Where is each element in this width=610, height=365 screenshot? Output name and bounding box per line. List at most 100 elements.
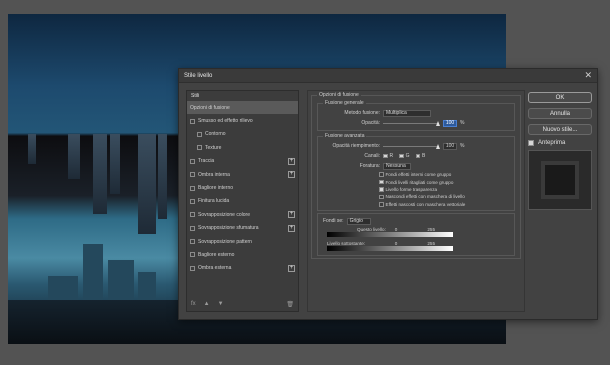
style-item-label: Ombra esterna (198, 265, 232, 272)
channel-r-checkbox[interactable]: R (383, 153, 393, 159)
style-item-checkbox[interactable] (190, 172, 195, 178)
trash-icon[interactable]: 🗑 (286, 301, 294, 308)
style-item[interactable]: Sovrapposizione sfumatura + (187, 222, 298, 235)
general-blending-group: Fusione generale Metodo fusione: Multipl… (317, 100, 515, 131)
blend-if-label: Fondi se: (323, 218, 344, 225)
opacity-input[interactable]: 100 (443, 119, 457, 127)
style-item[interactable]: Bagliore interno (187, 181, 298, 194)
style-item-label: Ombra interna (198, 171, 230, 178)
style-item[interactable]: Ombra interna + (187, 168, 298, 181)
layer-style-dialog: Stile livello ✕ Stili Opzioni di fusione… (178, 68, 598, 320)
opacity-unit: % (460, 120, 465, 126)
styles-header[interactable]: Stili (187, 91, 298, 101)
style-item-label: Finitura lucida (198, 198, 230, 205)
style-item-checkbox[interactable] (197, 131, 202, 137)
style-item-checkbox[interactable] (190, 118, 195, 124)
style-item-checkbox[interactable] (197, 145, 202, 151)
this-layer-high: 255 (427, 226, 435, 232)
close-icon[interactable]: ✕ (584, 70, 592, 81)
style-item[interactable]: Traccia + (187, 155, 298, 168)
blend-mode-select[interactable]: Multiplica (383, 109, 431, 117)
style-item-checkbox[interactable] (190, 252, 195, 258)
advanced-blending-group: Fusione avanzata Opacità riempimento: 10… (317, 133, 515, 211)
move-down-icon[interactable]: ▼ (218, 301, 224, 307)
style-item-label: Smusso ed effetto rilievo (198, 118, 253, 125)
add-style-icon[interactable]: + (288, 170, 295, 178)
add-style-icon[interactable]: + (288, 264, 295, 272)
preview-checkbox-box[interactable] (528, 140, 534, 146)
advanced-option-checkbox[interactable] (379, 194, 384, 200)
advanced-option-checkbox[interactable] (379, 172, 384, 177)
fill-opacity-slider-knob[interactable] (436, 143, 440, 149)
dialog-buttons: OK Annulla Nuovo stile... Anteprima (528, 92, 592, 210)
advanced-option-label: Fondi effetti interni come gruppo (385, 172, 452, 178)
advanced-option-checkbox[interactable] (379, 202, 384, 207)
new-style-button[interactable]: Nuovo stile... (528, 124, 592, 135)
blend-mode-label: Metodo fusione: (344, 110, 380, 116)
advanced-option-checkbox[interactable] (379, 179, 384, 185)
advanced-option-label: Effetti nascosti con maschera vettoriale (385, 201, 466, 207)
advanced-option[interactable]: Effetti nascosti con maschera vettoriale (323, 201, 509, 208)
underlying-layer-label: Livello sottostante: (327, 240, 366, 246)
advanced-option[interactable]: Nascondi effetti con maschera di livello (323, 193, 509, 200)
add-style-icon[interactable]: + (288, 211, 295, 219)
ok-button[interactable]: OK (528, 92, 592, 103)
this-layer-gradient[interactable] (327, 231, 453, 237)
style-item-checkbox[interactable] (190, 265, 195, 271)
style-item-label: Sovrapposizione sfumatura (198, 225, 259, 232)
style-item-label: Bagliore interno (198, 185, 234, 192)
opacity-slider-knob[interactable] (436, 120, 440, 126)
cancel-button[interactable]: Annulla (528, 108, 592, 119)
blending-options-group: Opzioni di fusione Fusione generale Meto… (311, 92, 521, 259)
channel-b-checkbox[interactable]: B (415, 153, 425, 159)
styles-footer: fx ▲ ▼ 🗑 (187, 297, 298, 311)
advanced-option-label: Fondi livelli ritagliati come gruppo (385, 179, 454, 185)
opacity-slider[interactable] (383, 120, 440, 127)
style-item[interactable]: Finitura lucida (187, 195, 298, 208)
advanced-option[interactable]: Livello forme trasparenza (323, 186, 509, 193)
style-item[interactable]: Sovrapposizione pattern (187, 235, 298, 248)
fill-opacity-input[interactable]: 100 (443, 142, 457, 150)
add-style-icon[interactable]: + (288, 224, 295, 232)
style-item[interactable]: Bagliore esterno (187, 248, 298, 261)
this-layer-low: 0 (394, 226, 398, 232)
opacity-label: Opacità: (361, 120, 380, 126)
style-item[interactable]: Sovrapposizione colore + (187, 208, 298, 221)
fx-icon[interactable]: fx (191, 301, 196, 307)
style-item[interactable]: Smusso ed effetto rilievo (187, 114, 298, 127)
style-item-checkbox[interactable] (190, 198, 195, 204)
fill-opacity-slider[interactable] (383, 143, 440, 150)
advanced-option[interactable]: Fondi effetti interni come gruppo (323, 171, 509, 178)
channel-g-checkbox[interactable]: G (399, 153, 410, 159)
add-style-icon[interactable]: + (288, 157, 295, 165)
knockout-label: Foratura: (359, 163, 380, 169)
advanced-option-label: Nascondi effetti con maschera di livello (385, 194, 465, 200)
style-item[interactable]: Ombra esterna + (187, 262, 298, 275)
style-item-checkbox[interactable] (190, 212, 195, 218)
knockout-select[interactable]: Nessuna (383, 162, 411, 170)
fill-opacity-unit: % (460, 143, 465, 149)
style-item[interactable]: Texture (187, 141, 298, 154)
style-item-checkbox[interactable] (190, 158, 195, 164)
style-item-label: Contorno (205, 131, 226, 138)
style-item-checkbox[interactable] (190, 185, 195, 191)
advanced-option-checkbox[interactable] (379, 187, 384, 192)
style-item-label: Texture (205, 144, 222, 151)
advanced-option[interactable]: Fondi livelli ritagliati come gruppo (323, 178, 509, 185)
style-item[interactable]: Opzioni di fusione (187, 101, 298, 115)
blending-options-panel: Opzioni di fusione Fusione generale Meto… (307, 90, 525, 312)
preview-label: Anteprima (538, 140, 566, 146)
preview-checkbox[interactable]: Anteprima (528, 140, 592, 146)
style-item[interactable]: Contorno (187, 128, 298, 141)
underlying-layer-gradient[interactable] (327, 245, 453, 251)
style-item-checkbox[interactable] (190, 225, 195, 231)
style-item-label: Bagliore esterno (198, 251, 235, 258)
move-up-icon[interactable]: ▲ (204, 301, 210, 307)
style-item-label: Sovrapposizione pattern (198, 238, 252, 245)
style-item-checkbox[interactable] (190, 239, 195, 245)
dialog-titlebar: Stile livello ✕ (179, 69, 597, 83)
blend-if-select[interactable]: Grigio (346, 217, 371, 225)
advanced-blending-title: Fusione avanzata (325, 133, 365, 139)
blending-options-legend: Opzioni di fusione (319, 92, 359, 98)
this-layer-label: Questo livello: (357, 226, 386, 232)
